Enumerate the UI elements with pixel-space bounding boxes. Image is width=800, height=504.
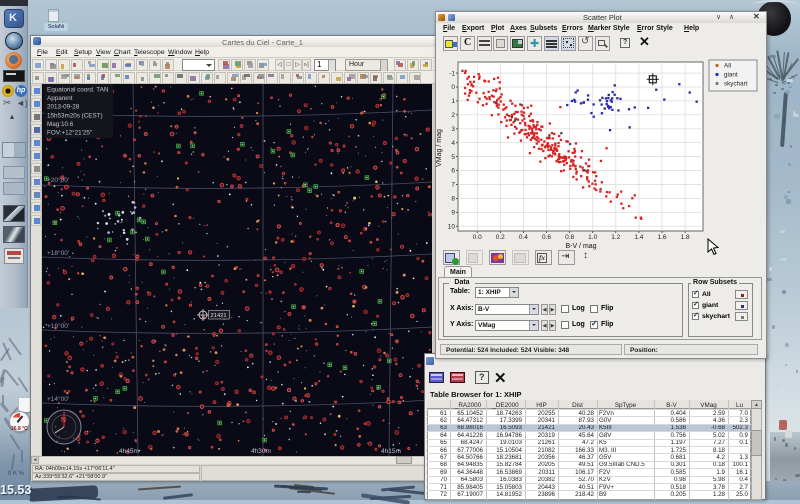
svg-text:All: All xyxy=(724,63,731,70)
svg-text:1.0: 1.0 xyxy=(588,234,597,241)
svg-text:B-V / mag: B-V / mag xyxy=(565,243,596,250)
svg-text:Apparent: Apparent xyxy=(47,95,73,102)
svg-text:+16°00': +16°00' xyxy=(47,322,69,330)
svg-text:0.0: 0.0 xyxy=(473,234,482,241)
svg-text:+14°00': +14°00' xyxy=(47,395,69,403)
svg-text:4h15m: 4h15m xyxy=(381,448,401,455)
svg-text:2: 2 xyxy=(451,112,455,119)
svg-text:-1: -1 xyxy=(449,70,455,77)
svg-text:4h30m: 4h30m xyxy=(251,448,271,455)
svg-text:1.8: 1.8 xyxy=(681,234,690,241)
svg-text:8: 8 xyxy=(451,196,455,203)
svg-text:1.2: 1.2 xyxy=(611,234,620,241)
svg-text:4h45m: 4h45m xyxy=(119,448,139,455)
svg-text:4: 4 xyxy=(451,140,455,147)
svg-text:15h53m20s (CEST): 15h53m20s (CEST) xyxy=(47,112,103,119)
svg-text:0: 0 xyxy=(451,84,455,91)
svg-text:9: 9 xyxy=(451,210,455,217)
svg-text:0.4: 0.4 xyxy=(519,234,528,241)
svg-text:7: 7 xyxy=(451,182,455,189)
svg-text:3: 3 xyxy=(451,126,455,133)
svg-text:2013-09-28: 2013-09-28 xyxy=(47,104,80,111)
svg-text:1.6: 1.6 xyxy=(657,234,666,241)
svg-text:skychart: skychart xyxy=(724,81,748,88)
svg-text:0.8: 0.8 xyxy=(565,234,574,241)
svg-text:21421: 21421 xyxy=(211,313,227,319)
svg-text:N: N xyxy=(61,417,66,424)
svg-text:0.2: 0.2 xyxy=(496,234,505,241)
svg-text:+18°00': +18°00' xyxy=(47,249,69,257)
svg-text:FOV:+12°21'25": FOV:+12°21'25" xyxy=(47,129,92,137)
svg-text:6: 6 xyxy=(451,168,455,175)
svg-text:1.4: 1.4 xyxy=(634,234,643,241)
svg-text:10: 10 xyxy=(448,223,456,230)
svg-text:giant: giant xyxy=(724,72,738,79)
svg-text:+20°00': +20°00' xyxy=(47,176,69,184)
svg-text:1: 1 xyxy=(451,98,455,105)
svg-text:VMag / mag: VMag / mag xyxy=(436,129,443,167)
svg-text:0.6: 0.6 xyxy=(542,234,551,241)
svg-text:Equatorial coord. TAN: Equatorial coord. TAN xyxy=(47,87,109,94)
svg-text:Mag:10.6: Mag:10.6 xyxy=(47,121,74,128)
svg-text:5: 5 xyxy=(451,154,455,161)
